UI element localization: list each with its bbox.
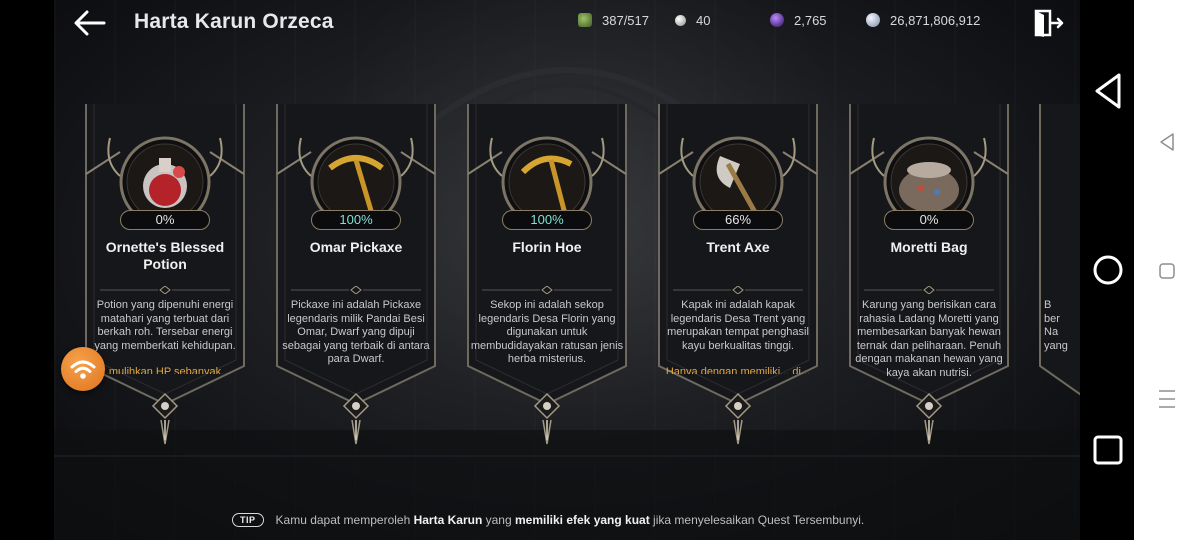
- resource-crystal[interactable]: 2,765: [770, 11, 827, 29]
- tip-bold-2: memiliki efek yang kuat: [514, 513, 650, 527]
- divider-ornament: [100, 286, 230, 294]
- tip-badge: TIP: [232, 513, 264, 527]
- treasure-description: Kapak ini adalah kapak legendaris Desa T…: [667, 299, 809, 352]
- back-small-icon[interactable]: [1157, 132, 1177, 152]
- menu-lines-icon[interactable]: [1157, 387, 1177, 411]
- pendant-ornament-icon: [533, 392, 561, 445]
- treasure-card[interactable]: 100% Florin Hoe Sekop ini adalah sekop l…: [462, 104, 632, 445]
- crystal-value: 2,765: [794, 12, 827, 28]
- wifi-icon: [70, 360, 96, 379]
- treasure-name: Florin Hoe: [512, 239, 582, 255]
- treasure-card[interactable]: 0% Ornette's Blessed Potion Potion yang …: [80, 104, 250, 445]
- treasure-name: Ornette's Blessed Potion: [105, 239, 225, 272]
- resource-pearl[interactable]: 40: [675, 11, 710, 29]
- crystal-icon: [770, 13, 784, 27]
- treasure-card[interactable]: 66% Trent Axe Kapak ini adalah kapak leg…: [653, 104, 823, 445]
- tip-bar: TIP Kamu dapat memperoleh Harta Karun ya…: [232, 513, 864, 527]
- tip-bold-1: Harta Karun: [413, 513, 483, 527]
- pearl-value: 40: [696, 12, 711, 28]
- partial-line: Na: [1044, 326, 1059, 338]
- home-circle-icon[interactable]: [1092, 254, 1124, 286]
- tip-text-2: yang: [482, 513, 515, 527]
- partial-line: B: [1044, 299, 1052, 311]
- floating-wifi-button[interactable]: [61, 347, 105, 391]
- treasure-card[interactable]: 100% Omar Pickaxe Pickaxe ini adalah Pic…: [271, 104, 441, 445]
- pendant-ornament-icon: [724, 392, 752, 445]
- tip-text-1: Kamu dapat memperoleh: [275, 513, 414, 527]
- treasure-effect: [279, 366, 433, 374]
- energy-icon: [578, 13, 592, 27]
- treasure-effect: Hanya dengan memiliki... di...: [665, 366, 811, 374]
- back-triangle-icon[interactable]: [1093, 72, 1123, 110]
- completion-percent: 66%: [693, 210, 783, 230]
- home-small-icon[interactable]: [1157, 261, 1177, 281]
- treasure-description: Potion yang dipenuhi energi matahari yan…: [94, 299, 236, 352]
- treasure-description: Sekop ini adalah sekop legendaris Desa F…: [470, 299, 624, 365]
- pendant-ornament-icon: [915, 392, 943, 445]
- silver-coin-icon: [866, 13, 880, 27]
- resource-silver[interactable]: 26,871,806,912: [866, 11, 980, 29]
- completion-percent: 100%: [311, 210, 401, 230]
- exit-door-icon[interactable]: [1034, 9, 1064, 37]
- completion-percent: 100%: [502, 210, 592, 230]
- partial-line: yang: [1044, 339, 1068, 352]
- completion-percent: 0%: [120, 210, 210, 230]
- pendant-ornament-icon: [151, 392, 179, 445]
- treasure-name: Moretti Bag: [890, 239, 968, 255]
- treasure-effect: [470, 366, 624, 374]
- treasure-description: Pickaxe ini adalah Pickaxe legendaris mi…: [282, 299, 430, 365]
- resource-energy[interactable]: 387/517: [578, 11, 649, 29]
- divider-ornament: [482, 286, 612, 294]
- pendant-ornament-icon: [342, 392, 370, 445]
- left-black-strip: [0, 0, 54, 540]
- silver-value: 26,871,806,912: [890, 12, 981, 28]
- treasure-effect: ...mulihkan HP sebanyak...: [99, 366, 231, 374]
- treasure-name: Trent Axe: [706, 239, 770, 255]
- treasure-name: Omar Pickaxe: [309, 239, 403, 255]
- page-title: Harta Karun Orzeca: [134, 10, 334, 33]
- partial-line: ber: [1044, 312, 1060, 325]
- recents-square-icon[interactable]: [1092, 434, 1124, 466]
- energy-value: 387/517: [602, 12, 649, 28]
- divider-ornament: [291, 286, 421, 294]
- divider-ornament: [673, 286, 803, 294]
- back-arrow-icon[interactable]: [72, 8, 106, 38]
- pearl-icon: [675, 14, 686, 26]
- divider-ornament: [864, 286, 994, 294]
- tip-text-3: jika menyelesaikan Quest Tersembunyi.: [649, 513, 865, 527]
- completion-percent: 0%: [884, 210, 974, 230]
- treasure-effect: [852, 366, 1006, 374]
- treasure-card[interactable]: 0% Moretti Bag Karung yang berisikan car…: [844, 104, 1014, 445]
